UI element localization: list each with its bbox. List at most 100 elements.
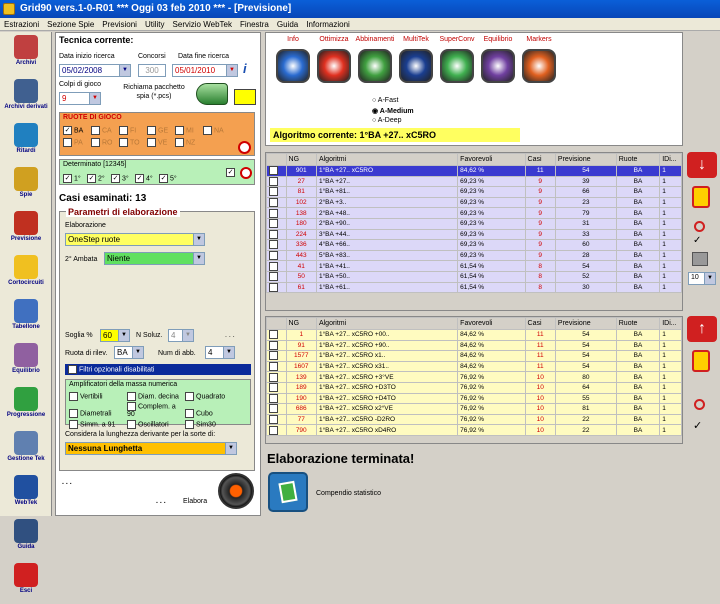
chevron-down-icon[interactable]: ▼	[193, 253, 204, 264]
nav-scale[interactable]: Equilibrio	[0, 343, 52, 384]
table-row[interactable]: 61 1°BA +61.. 61,54 % 8 30 BA 1	[266, 281, 682, 294]
spin-select[interactable]: 10 ▼	[688, 272, 716, 285]
table-row[interactable]: 224 3°BA +44.. 69,23 % 9 33 BA 1	[266, 228, 682, 241]
info-icon[interactable]: i	[243, 61, 247, 76]
ruota-checkbox[interactable]: VE	[147, 138, 175, 148]
column-header[interactable]: Casi	[524, 153, 556, 166]
ruota-checkbox[interactable]: CA	[91, 125, 119, 135]
row-checkbox[interactable]	[266, 270, 287, 283]
chevron-down-icon[interactable]: ▼	[193, 234, 204, 245]
ampl-checkbox[interactable]: Cubo	[185, 409, 243, 419]
nav-help[interactable]: Guida	[0, 519, 52, 560]
row-checkbox[interactable]	[266, 186, 287, 198]
ball-icon[interactable]	[522, 49, 556, 83]
nav-notepad[interactable]: Previsione	[0, 211, 52, 252]
check-all-icon[interactable]: ✓	[226, 168, 235, 177]
row-checkbox[interactable]	[266, 239, 287, 251]
ampl-checkbox[interactable]: Diam. decina	[127, 391, 185, 401]
menu-item[interactable]: Estrazioni	[0, 18, 43, 29]
column-header[interactable]: Algoritmi	[315, 153, 459, 166]
column-header[interactable]: Favorevoli	[457, 153, 526, 166]
chevron-down-icon[interactable]: ▼	[89, 93, 100, 104]
row-checkbox[interactable]	[266, 329, 287, 341]
table-row[interactable]: 1607 1°BA +27.. xC5RO x31.. 84,62 % 11 54 BA 1	[266, 360, 682, 373]
column-header[interactable]: Ruote	[615, 317, 661, 330]
ruota-checkbox[interactable]: FI	[119, 125, 147, 135]
table-row[interactable]: 1577 1°BA +27.. xC5RO x1.. 84,62 % 11 54 BA 1	[266, 350, 682, 362]
table-row[interactable]: 1 1°BA +27.. xC5RO +00.. 84,62 % 11 54 BA 1	[266, 329, 682, 341]
row-checkbox[interactable]	[266, 217, 287, 230]
table-row[interactable]: 336 4°BA +66.. 69,23 % 9 60 BA 1	[266, 239, 682, 251]
nav-bulb[interactable]: Cortocircuiti	[0, 255, 52, 296]
algos-grid[interactable]: NG Algoritmi Favorevoli Casi Previsione Ruote…	[265, 152, 683, 311]
clear-ruote-icon[interactable]	[238, 141, 251, 154]
ruota-checkbox[interactable]: ✓ BA	[63, 125, 91, 135]
row-checkbox[interactable]	[266, 339, 287, 352]
ambata-select[interactable]: Niente ▼	[104, 252, 205, 265]
cancel-icon[interactable]	[694, 399, 705, 410]
ampl-checkbox[interactable]: Oscillatori	[127, 419, 185, 429]
nav-books[interactable]: Archivi derivati	[0, 79, 52, 120]
nav-exit[interactable]: Esci	[0, 563, 52, 604]
chevron-down-icon[interactable]: ▼	[225, 443, 236, 454]
nav-pen[interactable]: Spie	[0, 167, 52, 208]
nsoluz-select[interactable]: 4 ▼	[168, 329, 194, 342]
table-row[interactable]: 686 1°BA +27.. xC5RO x2°VE 76,92 % 10 81 BA 1	[266, 403, 682, 415]
numabb-select[interactable]: 4 ▼	[205, 346, 235, 359]
row-checkbox[interactable]	[266, 260, 287, 272]
det-checkbox[interactable]: ✓ 4°	[135, 173, 159, 183]
arrow-down-button[interactable]: ↓	[687, 152, 717, 178]
table-row[interactable]: 81 1°BA +81.. 69,23 % 9 66 BA 1	[266, 186, 682, 198]
swirl-icon[interactable]	[399, 49, 433, 83]
check-icon[interactable]: ✓	[693, 419, 702, 432]
table-row[interactable]: 180 2°BA +90.. 69,23 % 9 31 BA 1	[266, 217, 682, 230]
table-row[interactable]: 102 2°BA +3.. 69,23 % 9 23 BA 1	[266, 196, 682, 209]
chevron-down-icon[interactable]: ▼	[119, 65, 130, 76]
column-header[interactable]: Algoritmi	[315, 317, 459, 330]
det-checkbox[interactable]: ✓ 3°	[111, 173, 135, 183]
soglia-select[interactable]: 60 ▼	[100, 329, 130, 342]
chevron-down-icon[interactable]: ▼	[223, 347, 234, 358]
det-checkbox[interactable]: ✓ 5°	[159, 173, 183, 183]
ampl-checkbox[interactable]: Simm. a 91	[69, 419, 127, 429]
results-grid[interactable]: NG Algoritmi Favorevoli Casi Previsione Ruote…	[265, 316, 683, 444]
colpi-select[interactable]: 9 ▼	[59, 92, 101, 105]
printer-icon[interactable]	[692, 252, 708, 266]
table-row[interactable]: 91 1°BA +27.. xC5RO +90.. 84,62 % 11 54 BA 1	[266, 339, 682, 352]
row-checkbox[interactable]	[266, 249, 287, 262]
row-checkbox[interactable]	[266, 424, 287, 436]
menu-item[interactable]: Guida	[273, 18, 302, 29]
column-header[interactable]: IDi...	[659, 153, 682, 166]
ruota-checkbox[interactable]: MI	[175, 125, 203, 135]
row-checkbox[interactable]: ✓	[266, 165, 287, 177]
column-header[interactable]: Casi	[524, 317, 556, 330]
menu-item[interactable]: Servizio WebTek	[169, 18, 236, 29]
ruota-checkbox[interactable]: PA	[63, 138, 91, 148]
nav-chart[interactable]: Progressione	[0, 387, 52, 428]
table-row[interactable]: ✓ 901 1°BA +27.. xC5RO 84,62 % 11 54 BA 1	[266, 165, 682, 177]
table-row[interactable]: 443 5°BA +83.. 69,23 % 9 28 BA 1	[266, 249, 682, 262]
menu-item[interactable]: Sezione Spie	[43, 18, 98, 29]
trash-icon[interactable]	[692, 350, 710, 372]
ruota-checkbox[interactable]: NZ	[175, 138, 203, 148]
row-checkbox[interactable]	[266, 228, 287, 241]
row-checkbox[interactable]	[266, 371, 287, 383]
table-row[interactable]: 190 1°BA +27.. xC5RO +D4TO 76,92 % 10 55 BA 1	[266, 392, 682, 405]
column-header[interactable]: NG	[285, 153, 317, 166]
elabora-button[interactable]	[218, 473, 254, 509]
check-icon[interactable]: ✓	[693, 235, 701, 246]
column-header[interactable]: Previsione	[554, 153, 617, 166]
row-checkbox[interactable]	[266, 403, 287, 415]
menu-item[interactable]: Informazioni	[302, 18, 354, 29]
menu-item[interactable]: Finestra	[236, 18, 273, 29]
compendio-button[interactable]	[268, 472, 308, 512]
question-icon[interactable]	[276, 49, 310, 83]
det-checkbox[interactable]: ✓ 1°	[63, 173, 87, 183]
lung-select[interactable]: Nessuna Lunghetta ▼	[65, 442, 237, 455]
table-row[interactable]: 138 2°BA +48.. 69,23 % 9 79 BA 1	[266, 207, 682, 219]
table-row[interactable]: 41 1°BA +41.. 61,54 % 8 54 BA 1	[266, 260, 682, 272]
column-header[interactable]: NG	[285, 317, 317, 330]
table-row[interactable]: 50 1°BA +50.. 61,54 % 8 52 BA 1	[266, 270, 682, 283]
row-checkbox[interactable]	[266, 381, 287, 394]
mode-radio[interactable]: ○ A-Deep	[372, 117, 414, 127]
